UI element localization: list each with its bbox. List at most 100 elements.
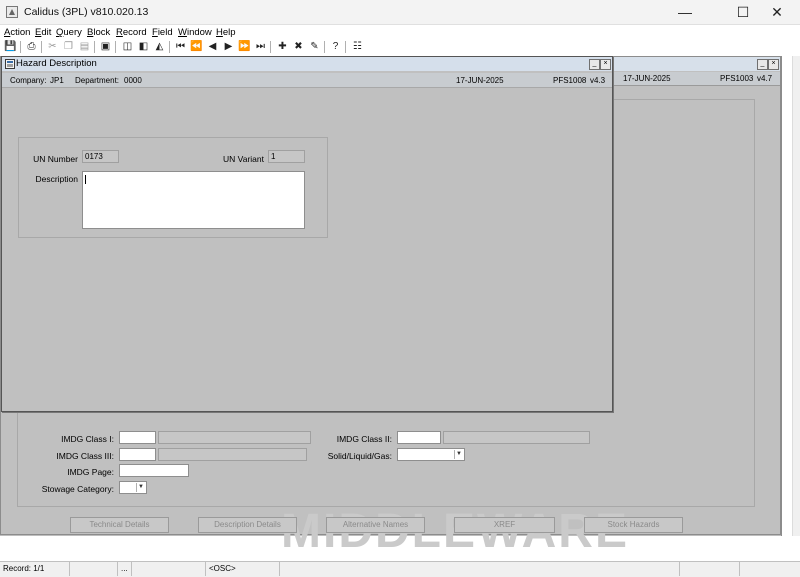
department-value: 0000 [124, 76, 142, 85]
app-icon [6, 6, 18, 18]
print-icon[interactable]: ⎙ [25, 40, 38, 53]
back-window-minimize-button[interactable]: _ [757, 59, 768, 70]
menu-query[interactable]: Query [56, 27, 82, 38]
hazard-window-close-button[interactable]: × [600, 59, 611, 70]
minimize-button[interactable]: — [662, 2, 708, 22]
imdg-class-3-label: IMDG Class III: [56, 451, 114, 461]
status-cell-blank-2 [132, 562, 206, 576]
toolbar-separator [94, 41, 95, 53]
back-window-version: v4.7 [757, 74, 773, 83]
close-button[interactable]: ✕ [754, 2, 800, 22]
next-record-icon[interactable]: ▶ [222, 40, 235, 53]
lock-record-icon[interactable]: ✎ [308, 40, 321, 53]
imdg-class-1-description [158, 431, 311, 444]
cancel-query-icon[interactable]: ◭ [153, 40, 166, 53]
description-label: Description [35, 174, 78, 184]
clear-icon[interactable]: ▣ [99, 40, 112, 53]
paste-icon[interactable]: ▤ [78, 40, 91, 53]
company-value: JP1 [50, 76, 64, 85]
delete-record-icon[interactable]: ✖ [292, 40, 305, 53]
department-label: Department: [75, 76, 120, 85]
imdg-class-3-description [158, 448, 307, 461]
show-keys-icon[interactable]: ☷ [351, 40, 364, 53]
text-caret [85, 175, 86, 184]
hazard-window-title: Hazard Description [16, 58, 97, 69]
status-bar: Record: 1/1 ... <OSC> [0, 561, 800, 577]
menu-field[interactable]: Field [152, 27, 173, 38]
company-label: Company: [10, 76, 47, 85]
menu-action[interactable]: Action [4, 27, 30, 38]
back-window-close-button[interactable]: × [768, 59, 779, 70]
status-osc: <OSC> [206, 562, 280, 576]
hazard-window-title-bar: Hazard Description _ × [2, 57, 612, 71]
imdg-class-1-input[interactable] [119, 431, 156, 444]
stowage-category-select[interactable]: ▼ [119, 481, 147, 494]
un-number-field: 0173 [82, 150, 119, 163]
un-number-label: UN Number [33, 154, 78, 164]
form-window-icon [5, 59, 15, 69]
toolbar-separator [345, 41, 346, 53]
hazard-window-version: v4.3 [590, 76, 606, 85]
imdg-class-2-description [443, 431, 590, 444]
toolbar-separator [41, 41, 42, 53]
description-details-button[interactable]: Description Details [198, 517, 297, 533]
hazard-window-minimize-button[interactable]: _ [589, 59, 600, 70]
copy-icon[interactable]: ❐ [62, 40, 75, 53]
hazard-window-date: 17-JUN-2025 [456, 76, 504, 85]
app-title: Calidus (3PL) v810.020.13 [24, 6, 149, 18]
solid-liquid-gas-label: Solid/Liquid/Gas: [327, 451, 392, 461]
imdg-class-2-input[interactable] [397, 431, 441, 444]
technical-details-button[interactable]: Technical Details [70, 517, 169, 533]
cut-icon[interactable]: ✂ [46, 40, 59, 53]
un-variant-label: UN Variant [223, 154, 264, 164]
chevron-down-icon: ▼ [136, 483, 145, 492]
solid-liquid-gas-select[interactable]: ▼ [397, 448, 465, 461]
menu-bar: Action Edit Query Block Record Field Win… [0, 25, 800, 39]
imdg-class-2-label: IMDG Class II: [336, 434, 392, 444]
status-message [280, 562, 680, 576]
enter-query-icon[interactable]: ◫ [121, 40, 134, 53]
back-window-form-code: PFS1003 [720, 74, 754, 83]
status-record: Record: 1/1 [0, 562, 70, 576]
toolbar-separator [324, 41, 325, 53]
menu-block[interactable]: Block [87, 27, 110, 38]
previous-record-icon[interactable]: ◀ [206, 40, 219, 53]
status-ellipsis: ... [118, 562, 132, 576]
help-icon[interactable]: ? [329, 40, 342, 53]
alternative-names-button[interactable]: Alternative Names [326, 517, 425, 533]
menu-edit[interactable]: Edit [35, 27, 51, 38]
menu-help[interactable]: Help [216, 27, 236, 38]
first-record-icon[interactable]: ⏮ [174, 40, 187, 53]
imdg-page-label: IMDG Page: [67, 467, 114, 477]
chevron-down-icon: ▼ [454, 450, 463, 459]
toolbar-separator [169, 41, 170, 53]
back-window-date: 17-JUN-2025 [623, 74, 671, 83]
stowage-category-label: Stowage Category: [41, 484, 114, 494]
last-record-icon[interactable]: ⏭ [254, 40, 267, 53]
menu-record[interactable]: Record [116, 27, 147, 38]
xref-button[interactable]: XREF [454, 517, 555, 533]
hazard-window-form-code: PFS1008 [553, 76, 587, 85]
toolbar: 💾 ⎙ ✂ ❐ ▤ ▣ ◫ ◧ ◭ ⏮ ⏪ ◀ ▶ ⏩ ⏭ ✚ ✖ ✎ ? ☷ [0, 39, 800, 55]
app-title-bar: Calidus (3PL) v810.020.13 — ☐ ✕ [0, 0, 800, 25]
status-cell-blank-1 [70, 562, 118, 576]
imdg-page-input[interactable] [119, 464, 189, 477]
hazard-window-info-bar: Company: JP1 Department: 0000 17-JUN-202… [2, 73, 612, 88]
menu-window[interactable]: Window [178, 27, 212, 38]
stock-hazards-button[interactable]: Stock Hazards [584, 517, 683, 533]
toolbar-separator [270, 41, 271, 53]
previous-block-icon[interactable]: ⏪ [190, 40, 203, 53]
vertical-scrollbar[interactable] [792, 56, 800, 536]
toolbar-separator [20, 41, 21, 53]
next-block-icon[interactable]: ⏩ [238, 40, 251, 53]
toolbar-separator [115, 41, 116, 53]
save-icon[interactable]: 💾 [4, 40, 17, 53]
imdg-class-3-input[interactable] [119, 448, 156, 461]
status-cell-blank-3 [680, 562, 740, 576]
un-variant-field: 1 [268, 150, 305, 163]
description-textarea[interactable] [82, 171, 305, 229]
insert-record-icon[interactable]: ✚ [276, 40, 289, 53]
hazard-description-window: Hazard Description _ × Company: JP1 Depa… [1, 56, 613, 412]
imdg-class-1-label: IMDG Class I: [61, 434, 114, 444]
execute-query-icon[interactable]: ◧ [137, 40, 150, 53]
